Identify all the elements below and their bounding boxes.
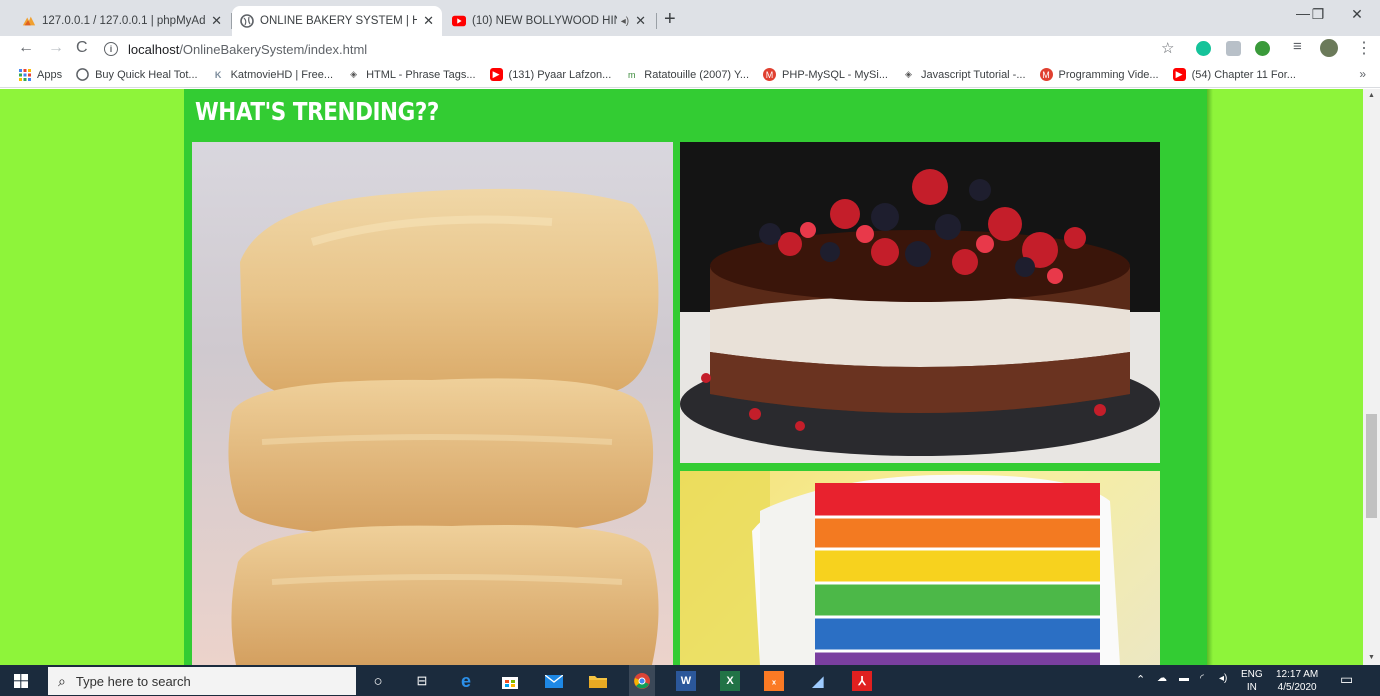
diamond-icon: ◈ [905, 69, 912, 79]
browser-tab-strip: 127.0.0.1 / 127.0.0.1 | phpMyAdm ✕ ONLIN… [0, 0, 1380, 36]
bookmark-katmoviehd[interactable]: K KatmovieHD | Free... [212, 68, 333, 81]
globe-icon [240, 14, 254, 28]
windows-taskbar: ⌕ Type here to search ○ ⊟ e W X ₓ ◢ ⅄ ⌃ … [0, 665, 1380, 696]
close-tab-icon[interactable]: ✕ [423, 13, 434, 29]
bookmark-quick-heal[interactable]: Buy Quick Heal Tot... [76, 68, 198, 81]
app-icon[interactable]: ◢ [808, 671, 828, 691]
back-arrow-icon[interactable]: ← [18, 39, 34, 57]
bookmark-php-mysql[interactable]: M PHP-MySQL - MySi... [763, 68, 888, 81]
battery-icon[interactable]: ▬ [1179, 673, 1189, 684]
browser-toolbar: ← → C i localhost/OnlineBakerySystem/ind… [0, 36, 1380, 62]
tab-bollywood-youtube[interactable]: (10) NEW BOLLYWOOD HIN ◂) ✕ [444, 6, 654, 36]
apps-grid-icon [18, 68, 31, 81]
chrome-icon[interactable] [629, 665, 655, 696]
speaker-icon[interactable]: ◂) [621, 16, 629, 27]
word-icon[interactable]: W [676, 671, 696, 691]
tab-online-bakery[interactable]: ONLINE BAKERY SYSTEM | HOME ✕ [232, 6, 442, 36]
page-scrollbar[interactable]: ▲ ▼ [1363, 89, 1380, 665]
show-hidden-icons-chevron-icon[interactable]: ⌃ [1136, 673, 1145, 686]
rainbow-cake-slice-image[interactable] [680, 471, 1160, 665]
bookmark-javascript-tutorial[interactable]: ◈ Javascript Tutorial -... [902, 68, 1026, 81]
windows-start-icon[interactable] [14, 674, 28, 691]
store-icon[interactable] [500, 671, 520, 691]
globe-icon [76, 68, 89, 81]
extension-icon[interactable] [1255, 41, 1270, 56]
reload-icon[interactable]: C [76, 39, 88, 57]
phpmyadmin-icon [22, 14, 36, 28]
youtube-icon: ▶ [1172, 68, 1186, 81]
diamond-icon: ◈ [350, 69, 358, 79]
close-window-button[interactable]: ✕ [1334, 6, 1380, 23]
address-bar[interactable]: i localhost/OnlineBakerySystem/index.htm… [104, 38, 1194, 60]
chocolate-berry-cake-image[interactable] [680, 142, 1160, 463]
movie-site-icon: m [628, 69, 636, 80]
wifi-icon[interactable]: ◜ [1200, 673, 1204, 684]
scroll-up-arrow-icon[interactable]: ▲ [1363, 89, 1380, 103]
edge-browser-icon[interactable]: e [456, 671, 476, 691]
more-bookmarks-button[interactable]: » [1359, 67, 1366, 81]
scrollbar-thumb[interactable] [1366, 414, 1377, 518]
bookmark-chapter-11[interactable]: ▶ (54) Chapter 11 For... [1172, 68, 1296, 81]
close-tab-icon[interactable]: ✕ [211, 13, 222, 29]
acrobat-reader-icon[interactable]: ⅄ [852, 671, 872, 691]
section-heading: WHAT'S TRENDING?? [195, 97, 439, 126]
mail-icon[interactable] [544, 671, 564, 691]
onedrive-icon[interactable]: ☁ [1157, 673, 1167, 684]
youtube-icon [452, 14, 466, 28]
file-explorer-icon[interactable] [588, 671, 608, 691]
taskbar-search-box[interactable]: ⌕ Type here to search [48, 667, 356, 695]
bookmarks-bar: Apps Buy Quick Heal Tot... K KatmovieHD … [0, 62, 1380, 88]
new-tab-button[interactable]: + [664, 8, 676, 31]
notifications-icon[interactable]: ▭ [1340, 671, 1353, 688]
bookmark-html-phrase-tags[interactable]: ◈ HTML - Phrase Tags... [347, 68, 475, 81]
info-icon[interactable]: i [104, 42, 118, 56]
media-queue-icon[interactable]: ≡ [1293, 38, 1302, 55]
youtube-icon: ▶ [489, 68, 503, 81]
bookmark-programming-videos[interactable]: M Programming Vide... [1039, 68, 1159, 81]
system-clock[interactable]: 12:17 AM 4/5/2020 [1276, 668, 1318, 694]
input-language-indicator[interactable]: ENG IN [1241, 668, 1263, 694]
mysql-icon: M [763, 68, 777, 81]
tab-phpmyadmin[interactable]: 127.0.0.1 / 127.0.0.1 | phpMyAdm ✕ [14, 6, 230, 36]
page-viewport: WHAT'S TRENDING?? [0, 89, 1363, 665]
mysql-icon: M [1039, 68, 1053, 81]
cortana-icon[interactable]: ○ [368, 671, 388, 691]
extension-icon[interactable] [1226, 41, 1241, 56]
menu-kebab-icon[interactable]: ⋮ [1356, 38, 1372, 58]
katmovie-icon: K [214, 69, 222, 80]
forward-arrow-icon[interactable]: → [48, 39, 64, 57]
xampp-icon[interactable]: ₓ [764, 671, 784, 691]
scroll-down-arrow-icon[interactable]: ▼ [1363, 651, 1380, 665]
bookmark-star-icon[interactable]: ☆ [1161, 39, 1174, 57]
close-tab-icon[interactable]: ✕ [635, 13, 646, 29]
trending-section: WHAT'S TRENDING?? [184, 89, 1207, 665]
search-icon: ⌕ [58, 672, 66, 689]
volume-icon[interactable]: ◂) [1219, 673, 1227, 684]
task-view-icon[interactable]: ⊟ [412, 671, 432, 691]
bookmark-pyaar-lafzon[interactable]: ▶ (131) Pyaar Lafzon... [489, 68, 611, 81]
excel-icon[interactable]: X [720, 671, 740, 691]
bookmark-apps[interactable]: Apps [18, 68, 62, 81]
stacked-biscuits-image[interactable] [192, 142, 673, 665]
grammarly-extension-icon[interactable] [1196, 41, 1211, 56]
profile-avatar[interactable] [1320, 39, 1338, 57]
bookmark-ratatouille[interactable]: m Ratatouille (2007) Y... [625, 68, 749, 81]
